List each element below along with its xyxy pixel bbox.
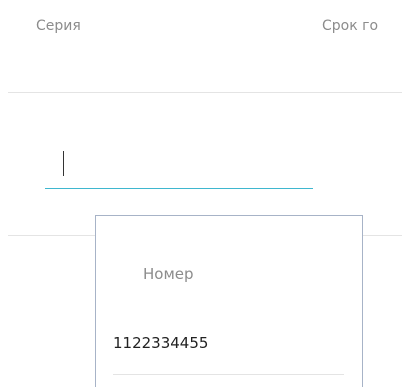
series-input-field[interactable]	[45, 148, 313, 189]
autocomplete-dropdown: Номер 1122334455	[95, 215, 363, 387]
column-header-term: Срок го	[322, 18, 379, 34]
dropdown-option[interactable]: 1122334455	[113, 334, 208, 352]
row-divider	[8, 92, 402, 93]
column-header-series: Серия	[36, 18, 81, 34]
text-cursor	[63, 151, 64, 176]
series-input[interactable]	[45, 148, 313, 188]
dropdown-divider	[113, 374, 344, 375]
page: Серия Срок го Номер 1122334455	[0, 0, 402, 387]
dropdown-header: Номер	[143, 265, 194, 283]
